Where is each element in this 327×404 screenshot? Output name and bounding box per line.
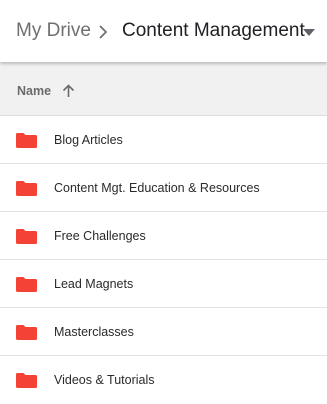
folder-icon: [16, 325, 37, 340]
folder-icon: [16, 277, 37, 292]
folder-name: Videos & Tutorials: [54, 373, 155, 387]
folder-row[interactable]: Blog Articles: [0, 116, 327, 164]
breadcrumb-current[interactable]: Content Management: [122, 20, 305, 42]
folder-name: Lead Magnets: [54, 277, 134, 291]
folder-row[interactable]: Masterclasses: [0, 308, 327, 356]
column-header: Name: [0, 62, 327, 116]
folder-name: Blog Articles: [54, 133, 123, 147]
folder-row[interactable]: Content Mgt. Education & Resources: [0, 164, 327, 212]
folder-row[interactable]: Free Challenges: [0, 212, 327, 260]
folder-icon: [16, 133, 37, 148]
breadcrumb-root[interactable]: My Drive: [16, 20, 91, 42]
drive-header: My Drive Content Management: [0, 0, 327, 62]
folder-row[interactable]: Videos & Tutorials: [0, 356, 327, 404]
folder-icon: [16, 229, 37, 244]
folder-row[interactable]: Lead Magnets: [0, 260, 327, 308]
chevron-right-icon: [99, 25, 108, 39]
name-column-header[interactable]: Name: [17, 84, 51, 98]
arrow-up-icon[interactable]: [62, 84, 75, 98]
folder-name: Masterclasses: [54, 325, 134, 339]
folder-name: Content Mgt. Education & Resources: [54, 181, 260, 195]
folder-icon: [16, 373, 37, 388]
folder-name: Free Challenges: [54, 229, 146, 243]
folder-icon: [16, 181, 37, 196]
caret-down-icon[interactable]: [303, 29, 315, 36]
folder-list: Blog Articles Content Mgt. Education & R…: [0, 116, 327, 404]
